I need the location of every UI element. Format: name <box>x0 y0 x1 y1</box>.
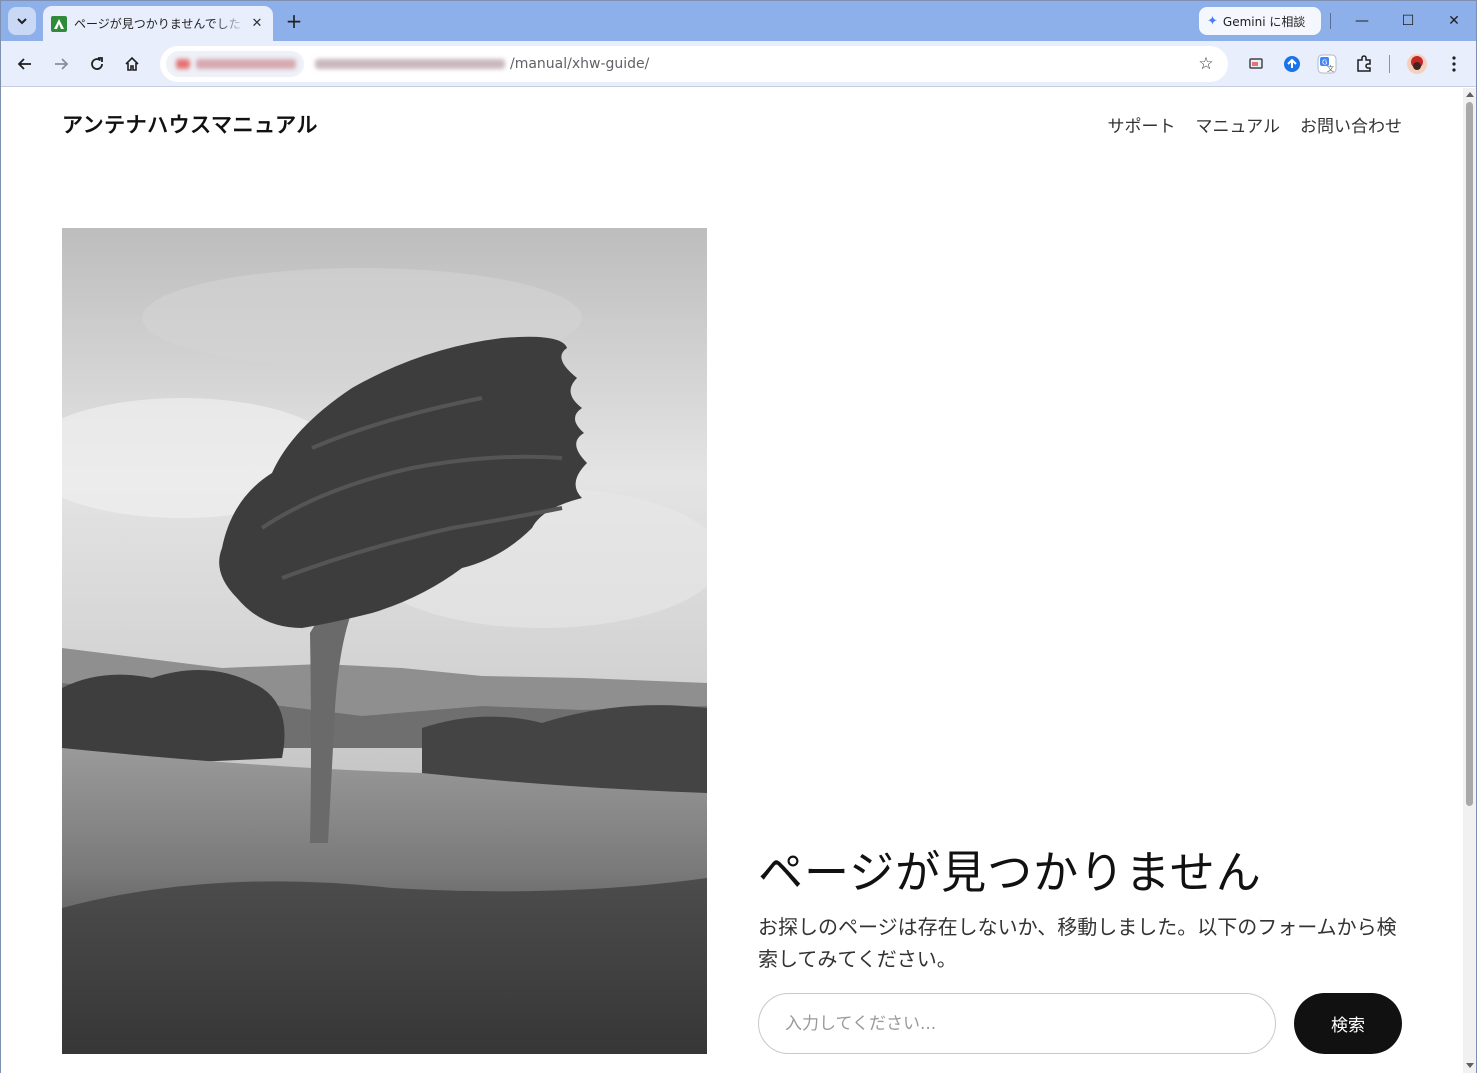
reload-button[interactable] <box>84 51 110 77</box>
back-button[interactable] <box>12 51 38 77</box>
nav-link-support[interactable]: サポート <box>1108 112 1176 137</box>
redacted-icon <box>176 59 190 69</box>
favicon-icon <box>51 15 67 32</box>
home-button[interactable] <box>119 51 145 77</box>
cast-icon[interactable] <box>1245 53 1267 75</box>
chevron-down-icon <box>17 18 27 25</box>
tab-search-button[interactable] <box>8 7 36 35</box>
address-bar[interactable]: /manual/xhw-guide/ ☆ <box>160 46 1228 82</box>
maximize-button[interactable]: ☐ <box>1396 9 1420 33</box>
puzzle-icon[interactable] <box>1353 53 1375 75</box>
tab-strip: ページが見つかりませんでした – アンテナハウスマニュアル ✕ + ✦ Gemi… <box>1 1 1476 41</box>
site-nav: サポート マニュアル お問い合わせ <box>1108 112 1403 137</box>
page-viewport: アンテナハウスマニュアル サポート マニュアル お問い合わせ ページが見つかりま… <box>1 88 1463 1073</box>
scroll-thumb[interactable] <box>1466 102 1473 806</box>
redacted-text <box>196 59 296 69</box>
search-input[interactable] <box>758 993 1276 1054</box>
page-scrollbar[interactable] <box>1463 88 1476 1073</box>
active-tab[interactable]: ページが見つかりませんでした – アンテナハウスマニュアル ✕ <box>43 6 273 41</box>
arrow-left-icon <box>17 58 31 70</box>
nav-link-contact[interactable]: お問い合わせ <box>1300 112 1402 137</box>
bookmark-star-icon[interactable]: ☆ <box>1195 53 1217 75</box>
kebab-menu-icon[interactable] <box>1443 53 1465 75</box>
forward-button[interactable] <box>48 51 74 77</box>
home-icon <box>125 56 139 71</box>
site-title[interactable]: アンテナハウスマニュアル <box>62 109 318 139</box>
scroll-down-arrow-icon[interactable] <box>1466 1063 1474 1068</box>
gemini-sparkle-icon: ✦ <box>1207 13 1218 29</box>
browser-toolbar: /manual/xhw-guide/ ☆ G文 <box>1 41 1476 87</box>
site-info-chip[interactable] <box>166 51 304 77</box>
close-window-button[interactable]: ✕ <box>1442 9 1466 33</box>
tab-title: ページが見つかりませんでした – アンテナハウスマニュアル <box>74 17 247 31</box>
windswept-tree-photo <box>62 228 707 1054</box>
browser-window: ページが見つかりませんでした – アンテナハウスマニュアル ✕ + ✦ Gemi… <box>0 0 1477 1073</box>
nav-link-manual[interactable]: マニュアル <box>1196 112 1281 137</box>
search-button[interactable]: 検索 <box>1294 993 1402 1054</box>
svg-text:文: 文 <box>1327 64 1334 73</box>
profile-avatar[interactable] <box>1406 53 1428 75</box>
url-path: /manual/xhw-guide/ <box>510 56 650 72</box>
scroll-up-arrow-icon[interactable] <box>1466 92 1474 97</box>
tab-close-icon[interactable]: ✕ <box>249 16 265 32</box>
redacted-url-host <box>315 59 505 69</box>
error-description: お探しのページは存在しないか、移動しました。以下のフォームから検索してみてくださ… <box>758 915 1397 971</box>
arrow-right-icon <box>55 58 69 70</box>
upload-extension-icon[interactable] <box>1281 53 1303 75</box>
divider <box>1389 55 1390 73</box>
gemini-label: Gemini に相談 <box>1222 14 1306 29</box>
error-heading: ページが見つかりません <box>758 846 1262 899</box>
new-tab-button[interactable]: + <box>282 9 306 33</box>
reload-icon <box>91 57 103 70</box>
translate-extension-icon[interactable]: G文 <box>1316 53 1338 75</box>
gemini-button[interactable]: ✦ Gemini に相談 <box>1199 7 1321 35</box>
divider <box>1330 13 1331 29</box>
minimize-button[interactable]: — <box>1350 9 1374 33</box>
